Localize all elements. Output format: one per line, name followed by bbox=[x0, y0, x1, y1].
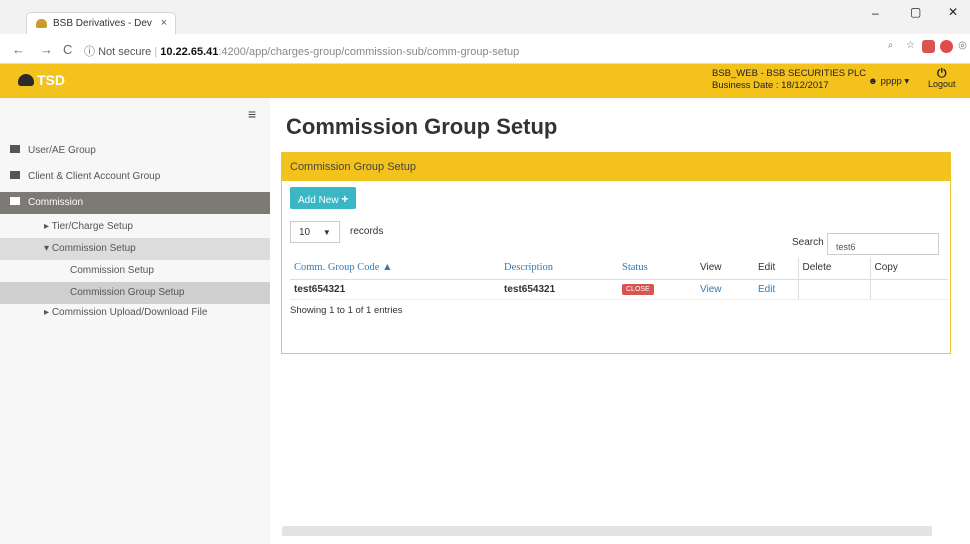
logo-text: TSD bbox=[37, 72, 65, 88]
business-date: Business Date : 18/12/2017 bbox=[712, 80, 829, 91]
browser-tab[interactable]: BSB Derivatives - Dev × bbox=[26, 12, 176, 34]
url-bar[interactable]: ⓘ Not secure | 10.22.65.41:4200/app/char… bbox=[84, 39, 874, 61]
folder-icon bbox=[10, 171, 20, 179]
status-badge: CLOSE bbox=[622, 284, 654, 295]
edit-link[interactable]: Edit bbox=[758, 284, 775, 295]
sidebar-item-client-group[interactable]: Client & Client Account Group bbox=[0, 166, 270, 188]
column-header-description[interactable]: Description bbox=[500, 257, 618, 280]
url-path: :4200/app/charges-group/commission-sub/c… bbox=[218, 46, 520, 58]
maximize-icon[interactable]: ▢ bbox=[910, 5, 921, 19]
minimize-icon[interactable]: – bbox=[872, 6, 879, 20]
app-logo[interactable]: TSD bbox=[18, 72, 65, 88]
reload-icon[interactable]: C bbox=[63, 42, 72, 57]
user-name: pppp bbox=[880, 76, 902, 87]
camera-icon[interactable]: ◎ bbox=[956, 40, 969, 53]
logout-button[interactable]: ⏻ Logout bbox=[928, 66, 956, 90]
table-info: Showing 1 to 1 of 1 entries bbox=[290, 305, 403, 316]
sidebar-item-label: Commission Group Setup bbox=[70, 287, 185, 298]
window-close-icon[interactable]: ✕ bbox=[948, 5, 958, 19]
folder-icon bbox=[10, 145, 20, 153]
cell-description: test654321 bbox=[500, 279, 618, 300]
sidebar-item-label: Client & Client Account Group bbox=[28, 171, 161, 182]
extension-red-icon[interactable] bbox=[940, 40, 953, 53]
info-icon[interactable]: ⓘ bbox=[84, 46, 95, 58]
cell-status: CLOSE bbox=[618, 279, 696, 300]
logout-label: Logout bbox=[928, 79, 956, 89]
sidebar-item-label: Commission bbox=[28, 197, 84, 208]
user-menu[interactable]: ☻ pppp ▾ bbox=[868, 76, 909, 87]
horizontal-scrollbar[interactable] bbox=[282, 526, 932, 536]
search-label: Search bbox=[792, 237, 824, 248]
power-icon: ⏻ bbox=[937, 66, 947, 80]
cell-edit: Edit bbox=[754, 279, 798, 300]
column-header-delete: Delete bbox=[797, 257, 870, 280]
sidebar: ≡ User/AE Group Client & Client Account … bbox=[0, 98, 270, 544]
column-header-code[interactable]: Comm. Group Code ▲ bbox=[290, 257, 500, 280]
address-bar-row: ← → C ⓘ Not secure | 10.22.65.41:4200/ap… bbox=[0, 34, 970, 64]
column-header-copy: Copy bbox=[869, 257, 948, 280]
sidebar-item-label: Commission Setup bbox=[70, 265, 154, 276]
company-info: BSB_WEB - BSB SECURITIES PLC Business Da… bbox=[712, 68, 866, 92]
page-length-value: 10 bbox=[299, 227, 311, 238]
sidebar-item-label: Commission Setup bbox=[51, 243, 136, 254]
sidebar-item-commission-group-setup[interactable]: Commission Group Setup bbox=[0, 282, 270, 304]
caret-down-icon: ▾ bbox=[44, 243, 52, 254]
app-header: TSD BSB_WEB - BSB SECURITIES PLC Busines… bbox=[0, 64, 970, 98]
plus-icon: + bbox=[341, 192, 349, 206]
security-label: Not secure bbox=[98, 46, 152, 58]
cell-view: View bbox=[696, 279, 754, 300]
forward-icon[interactable]: → bbox=[40, 42, 53, 57]
sidebar-item-commission[interactable]: Commission bbox=[0, 192, 270, 214]
bookmark-star-icon[interactable]: ☆ bbox=[904, 40, 917, 53]
records-label: records bbox=[350, 226, 384, 237]
column-header-label: Comm. Group Code bbox=[294, 262, 380, 274]
sidebar-item-user-ae-group[interactable]: User/AE Group bbox=[0, 140, 270, 162]
sidebar-item-label: User/AE Group bbox=[28, 145, 96, 156]
caret-right-icon: ▸ bbox=[44, 221, 52, 232]
hamburger-menu-icon[interactable]: ≡ bbox=[248, 106, 256, 122]
page-length-select[interactable]: 10 ▼ bbox=[290, 221, 340, 243]
sidebar-item-commission-setup[interactable]: Commission Setup bbox=[0, 260, 270, 282]
caret-down-icon: ▼ bbox=[322, 228, 331, 237]
table-row: test654321 test654321 CLOSE View Edit bbox=[290, 279, 948, 300]
column-header-status[interactable]: Status bbox=[618, 257, 696, 280]
cell-copy bbox=[869, 279, 948, 300]
sidebar-item-label: Tier/Charge Setup bbox=[51, 221, 133, 232]
browser-tab-bar: BSB Derivatives - Dev × bbox=[0, 0, 970, 34]
add-new-label: Add New bbox=[298, 195, 339, 206]
tab-close-icon[interactable]: × bbox=[161, 17, 167, 29]
logo-icon bbox=[18, 74, 34, 86]
commission-group-panel: Commission Group Setup Add New + 10 ▼ re… bbox=[281, 152, 951, 354]
zoom-icon[interactable]: ⌕ bbox=[884, 40, 897, 53]
column-header-edit: Edit bbox=[754, 257, 798, 280]
search-input[interactable] bbox=[827, 233, 939, 255]
sidebar-item-tier-charge-setup[interactable]: ▸ Tier/Charge Setup bbox=[0, 216, 270, 238]
cell-delete bbox=[797, 279, 870, 300]
sidebar-item-upload-download[interactable]: ▸ Commission Upload/Download File bbox=[0, 302, 270, 324]
sidebar-item-commission-setup-group[interactable]: ▾ Commission Setup bbox=[0, 238, 270, 260]
extension-icon[interactable] bbox=[922, 40, 935, 53]
url-host: 10.22.65.41 bbox=[160, 46, 219, 58]
tab-title: BSB Derivatives - Dev bbox=[53, 18, 152, 29]
column-header-view: View bbox=[696, 257, 754, 280]
sort-asc-icon: ▲ bbox=[382, 262, 393, 274]
view-link[interactable]: View bbox=[700, 284, 722, 295]
folder-open-icon bbox=[10, 197, 20, 205]
table-header-row: Comm. Group Code ▲ Description Status Vi… bbox=[290, 257, 948, 280]
company-name: BSB_WEB - BSB SECURITIES PLC bbox=[712, 68, 867, 79]
user-icon: ☻ bbox=[868, 76, 878, 87]
caret-down-icon: ▾ bbox=[904, 76, 910, 87]
caret-right-icon: ▸ bbox=[44, 307, 52, 318]
back-icon[interactable]: ← bbox=[12, 42, 25, 57]
cell-code: test654321 bbox=[290, 279, 500, 300]
commission-group-table: Comm. Group Code ▲ Description Status Vi… bbox=[290, 257, 948, 300]
site-favicon-icon bbox=[36, 19, 47, 28]
add-new-button[interactable]: Add New + bbox=[290, 187, 357, 209]
page-title: Commission Group Setup bbox=[286, 114, 558, 139]
panel-title: Commission Group Setup bbox=[282, 153, 950, 181]
sidebar-item-label: Commission Upload/Download File bbox=[51, 307, 208, 318]
